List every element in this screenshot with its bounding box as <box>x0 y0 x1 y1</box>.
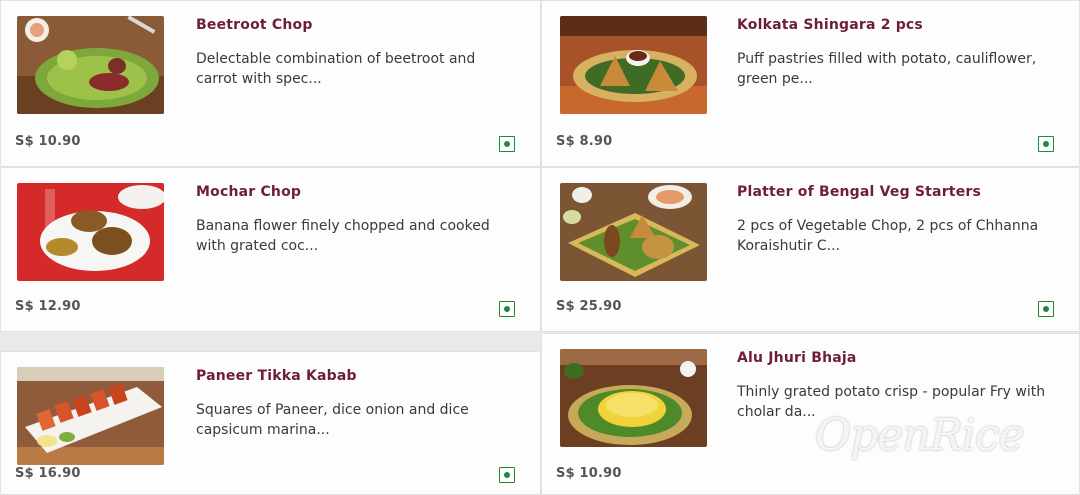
dish-title[interactable]: Platter of Bengal Veg Starters <box>737 184 981 200</box>
dish-price: S$ 10.90 <box>15 134 81 149</box>
dish-photo-art <box>560 16 707 114</box>
dish-photo-art <box>17 367 164 465</box>
dish-price: S$ 16.90 <box>15 466 81 481</box>
menu-item-card[interactable]: Platter of Bengal Veg Starters 2 pcs of … <box>541 167 1080 332</box>
veg-icon <box>499 301 515 317</box>
dish-title[interactable]: Beetroot Chop <box>196 17 313 33</box>
dish-photo-art <box>17 16 164 114</box>
menu-item-card[interactable]: Kolkata Shingara 2 pcs Puff pastries fil… <box>541 0 1080 167</box>
dish-title[interactable]: Paneer Tikka Kabab <box>196 368 357 384</box>
dish-title[interactable]: Alu Jhuri Bhaja <box>737 350 857 366</box>
dish-title[interactable]: Kolkata Shingara 2 pcs <box>737 17 923 33</box>
dish-description: 2 pcs of Vegetable Chop, 2 pcs of Chhann… <box>737 218 1039 254</box>
dish-photo <box>560 349 707 447</box>
veg-icon <box>1038 301 1054 317</box>
dish-price: S$ 25.90 <box>556 299 622 314</box>
veg-icon <box>1038 136 1054 152</box>
dish-price: S$ 8.90 <box>556 134 613 149</box>
dish-photo <box>560 16 707 114</box>
dish-photo <box>560 183 707 281</box>
dish-price: S$ 10.90 <box>556 466 622 481</box>
openrice-watermark: OpenRice <box>815 410 1024 461</box>
dish-description: Puff pastries filled with potato, caulif… <box>737 51 1037 87</box>
dish-price: S$ 12.90 <box>15 299 81 314</box>
menu-item-card[interactable]: Paneer Tikka Kabab Squares of Paneer, di… <box>0 351 541 495</box>
dish-description: Delectable combination of beetroot and c… <box>196 51 476 87</box>
dish-title[interactable]: Mochar Chop <box>196 184 301 200</box>
dish-description: Squares of Paneer, dice onion and dice c… <box>196 402 469 438</box>
menu-item-card[interactable]: Beetroot Chop Delectable combination of … <box>0 0 541 167</box>
dish-photo <box>17 367 164 465</box>
dish-photo-art <box>17 183 164 281</box>
dish-photo <box>17 183 164 281</box>
dish-photo-art <box>560 183 707 281</box>
menu-item-card[interactable]: Mochar Chop Banana flower finely chopped… <box>0 167 541 332</box>
dish-description: Banana flower finely chopped and cooked … <box>196 218 490 254</box>
veg-icon <box>499 467 515 483</box>
veg-icon <box>499 136 515 152</box>
dish-photo-art <box>560 349 707 447</box>
dish-photo <box>17 16 164 114</box>
